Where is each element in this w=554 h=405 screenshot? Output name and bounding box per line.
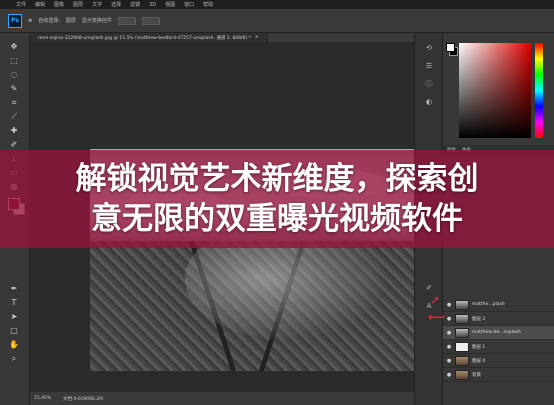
menu-bar: 文件 编辑 图像 图层 文字 选择 滤镜 3D 视图 窗口 帮助 (0, 0, 554, 9)
document-tab-bar: rene-zajina-322968-unsplash.jpg @ 15.5% … (30, 33, 414, 42)
layer-name: 图层 2 (472, 316, 486, 322)
layer-thumbnail (455, 327, 469, 338)
type-icon[interactable]: T (8, 297, 20, 308)
shape-icon[interactable]: ▢ (8, 325, 20, 336)
banner-title-line-1: 解锁视觉艺术新维度，探索创 (75, 161, 479, 197)
zoom-icon[interactable]: ⌕ (8, 353, 20, 364)
layer-thumbnail (455, 299, 469, 310)
pen-icon[interactable]: ✒ (8, 283, 20, 294)
adjustments-icon[interactable]: ◐ (424, 97, 434, 107)
menu-type[interactable]: 文字 (92, 1, 102, 8)
document-size: 文档:9.60M/86.2M (63, 396, 104, 402)
layer-thumbnail (455, 341, 469, 352)
menu-select[interactable]: 选择 (111, 1, 121, 8)
layer-name: 图层 1 (472, 344, 486, 350)
quick-select-icon[interactable]: ✎ (8, 83, 20, 94)
menu-image[interactable]: 图像 (54, 1, 64, 8)
layer-row[interactable]: ● 图层 0 (443, 354, 554, 368)
auto-select-dropdown[interactable]: 图层 (66, 17, 76, 24)
layer-row[interactable]: ● 图层 1 (443, 340, 554, 354)
layer-row[interactable]: ● matthe...plash (443, 298, 554, 312)
title-banner: 解锁视觉艺术新维度，探索创 意无限的双重曝光视频软件 (0, 150, 554, 248)
layer-name: 图层 0 (472, 358, 486, 364)
brush-settings-icon[interactable]: ✐ (424, 283, 434, 293)
color-field[interactable] (459, 43, 531, 138)
layer-thumbnail (455, 369, 469, 380)
menu-filter[interactable]: 滤镜 (130, 1, 140, 8)
visibility-eye-icon[interactable]: ● (446, 372, 452, 378)
visibility-eye-icon[interactable]: ● (446, 358, 452, 364)
close-icon[interactable]: × (255, 35, 259, 40)
banner-title-line-2: 意无限的双重曝光视频软件 (91, 201, 463, 237)
document-tab-title: rene-zajina-322968-unsplash.jpg @ 15.5% … (38, 35, 251, 41)
annotation-arrow-icon: ⟵ (428, 310, 446, 324)
layers-list: ● matthe...plash ● 图层 2 ● matthew-be...n… (443, 298, 554, 382)
annotation-arrow-icon: ➚ (430, 293, 441, 307)
properties-icon[interactable]: ☰ (424, 61, 434, 71)
status-bar: 15.46% 文档:9.60M/86.2M (30, 392, 414, 405)
visibility-eye-icon[interactable]: ● (446, 344, 452, 350)
layer-thumbnail (455, 313, 469, 324)
marquee-icon[interactable]: ⬚ (8, 55, 20, 66)
document-tab[interactable]: rene-zajina-322968-unsplash.jpg @ 15.5% … (30, 33, 268, 42)
layer-row[interactable]: ● 图层 2 (443, 312, 554, 326)
hue-slider[interactable] (535, 43, 543, 138)
menu-view[interactable]: 视图 (165, 1, 175, 8)
lasso-icon[interactable]: ◌ (8, 69, 20, 80)
menu-window[interactable]: 窗口 (184, 1, 194, 8)
menu-layer[interactable]: 图层 (73, 1, 83, 8)
move-tool-icon[interactable]: ✥ (28, 18, 32, 24)
layer-thumbnail (455, 355, 469, 366)
auto-select-label: 自动选择: (38, 18, 60, 24)
healing-icon[interactable]: ✚ (8, 125, 20, 136)
info-icon[interactable]: ⓘ (424, 79, 434, 89)
brush-icon[interactable]: ✐ (8, 139, 20, 150)
move-icon[interactable]: ✥ (8, 41, 20, 52)
path-select-icon[interactable]: ➤ (8, 311, 20, 322)
photoshop-logo: Ps (8, 13, 22, 28)
visibility-eye-icon[interactable]: ● (446, 330, 452, 336)
align-buttons[interactable] (117, 16, 136, 25)
options-bar: Ps ✥ 自动选择: 图层 显示变换控件 (0, 9, 554, 33)
layer-name: matthe...plash (472, 302, 505, 307)
menu-help[interactable]: 帮助 (203, 1, 213, 8)
eyedropper-icon[interactable]: ⟋ (8, 111, 20, 122)
layer-row[interactable]: ● 背景 (443, 368, 554, 382)
visibility-eye-icon[interactable]: ● (446, 302, 452, 308)
history-icon[interactable]: ⟲ (424, 43, 434, 53)
menu-3d[interactable]: 3D (149, 2, 156, 8)
show-transform-checkbox[interactable]: 显示变换控件 (82, 17, 112, 24)
layer-name: 背景 (472, 372, 481, 378)
zoom-level[interactable]: 15.46% (34, 396, 51, 401)
layer-row-selected[interactable]: ● matthew-be...nsplash (443, 326, 554, 340)
visibility-eye-icon[interactable]: ● (446, 316, 452, 322)
hand-icon[interactable]: ✋ (8, 339, 20, 350)
picker-foreground-swatch[interactable] (446, 43, 455, 52)
menu-file[interactable]: 文件 (16, 1, 26, 8)
layer-name: matthew-be...nsplash (472, 330, 521, 335)
distribute-buttons[interactable] (141, 16, 160, 25)
menu-edit[interactable]: 编辑 (35, 1, 45, 8)
crop-icon[interactable]: ⌗ (8, 97, 20, 108)
